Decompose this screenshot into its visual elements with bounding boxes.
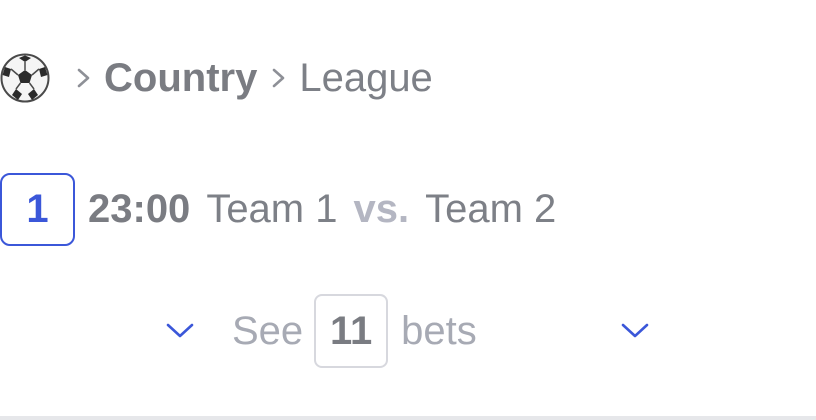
chevron-right-icon <box>74 61 94 95</box>
soccer-ball-icon <box>0 53 50 103</box>
chevron-right-icon <box>269 61 289 95</box>
chevron-down-icon[interactable] <box>165 321 195 341</box>
divider <box>0 416 816 420</box>
match-row[interactable]: 1 23:00 Team 1 vs. Team 2 <box>0 172 556 246</box>
chevron-down-icon[interactable] <box>620 321 650 341</box>
bets-count-badge: 11 <box>314 294 389 368</box>
match-time: 23:00 <box>88 186 191 231</box>
see-bets-suffix: bets <box>401 308 477 353</box>
team-1-name: Team 1 <box>206 186 338 231</box>
breadcrumb-league[interactable]: League <box>299 58 432 98</box>
team-2-name: Team 2 <box>425 186 557 231</box>
breadcrumb: Country League <box>0 44 433 112</box>
match-number-badge[interactable]: 1 <box>0 172 75 246</box>
see-bets-toggle[interactable]: See 11 bets <box>0 294 816 368</box>
versus-label: vs. <box>353 186 410 231</box>
breadcrumb-country[interactable]: Country <box>104 58 257 98</box>
see-bets-prefix: See <box>232 308 304 353</box>
see-bets-button[interactable]: See 11 bets <box>232 294 477 368</box>
